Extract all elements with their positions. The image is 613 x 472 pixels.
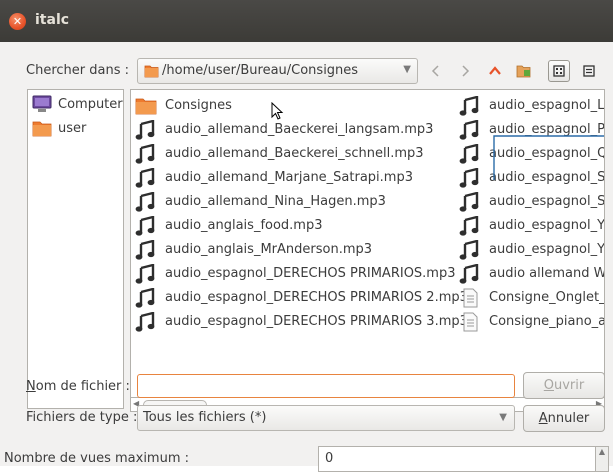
new-folder-button[interactable] (513, 60, 535, 82)
file-name: audio_espagnol_Y (489, 218, 605, 233)
filename-input[interactable] (137, 374, 515, 398)
file-name: audio_espagnol_DERECHOS PRIMARIOS 2.mp3 (165, 290, 468, 305)
music-note-icon (459, 263, 481, 284)
grid-view-icon (553, 65, 565, 77)
document-icon (459, 288, 481, 308)
document-icon (459, 312, 481, 332)
file-list-item[interactable]: audio_espagnol_Y (459, 214, 605, 237)
folder-icon (144, 64, 159, 82)
music-note-icon (135, 239, 157, 260)
max-views-input[interactable]: 0 (318, 446, 596, 472)
list-view-icon (583, 65, 595, 77)
music-note-icon (135, 143, 157, 164)
file-list-item[interactable]: audio_anglais_MrAnderson.mp3 (135, 238, 372, 261)
file-name: Consignes (165, 98, 232, 113)
file-list-item[interactable]: Consigne_Onglet_I (459, 286, 605, 309)
music-note-icon (459, 239, 481, 260)
title-bar: ✕ italc (0, 0, 613, 42)
filetype-label: Fichiers de type : (26, 410, 138, 425)
music-note-icon (459, 191, 481, 212)
file-name: audio_allemand_Baeckerei_langsam.mp3 (165, 122, 434, 137)
sidebar-item-label: Computer (58, 96, 123, 112)
chevron-down-icon: ▼ (499, 412, 507, 423)
file-name: audio_anglais_MrAnderson.mp3 (165, 242, 373, 257)
spin-buttons[interactable]: ▲ (596, 446, 609, 472)
close-window-button[interactable]: ✕ (9, 13, 26, 30)
file-list-item[interactable]: audio_espagnol_S (459, 190, 605, 213)
max-views-value: 0 (325, 451, 334, 466)
file-list-item[interactable]: audio_espagnol_DERECHOS PRIMARIOS 3.mp3 (135, 310, 468, 333)
file-list-item[interactable]: audio_allemand_Marjane_Satrapi.mp3 (135, 166, 413, 189)
file-list-item[interactable]: audio_allemand_Baeckerei_schnell.mp3 (135, 142, 424, 165)
chevron-left-icon (431, 65, 439, 77)
file-list-item[interactable]: audio_espagnol_DERECHOS PRIMARIOS.mp3 (135, 262, 456, 285)
music-note-icon (459, 215, 481, 236)
file-list-item[interactable]: audio allemand Wi (459, 262, 605, 285)
sidebar-item-computer[interactable]: Computer (32, 93, 123, 115)
chevron-right-icon (462, 65, 470, 77)
folder-icon (135, 97, 157, 115)
file-list[interactable]: Consignes audio_allemand_Baeckerei_langsa… (130, 89, 605, 397)
look-in-path: /home/user/Bureau/Consignes (162, 63, 359, 78)
file-name: audio_anglais_food.mp3 (165, 218, 323, 233)
file-name: audio allemand Wi (489, 266, 605, 281)
chevron-down-icon: ▼ (403, 64, 411, 75)
detail-view-button[interactable] (578, 60, 600, 82)
filetype-combo[interactable]: Tous les fichiers (*) ▼ (137, 405, 515, 431)
places-sidebar: Computer user (27, 89, 124, 409)
annotation-line (493, 135, 604, 180)
music-note-icon (459, 167, 481, 188)
music-note-icon (135, 119, 157, 140)
forward-button[interactable] (454, 60, 476, 82)
new-folder-icon (516, 65, 531, 78)
music-note-icon (459, 95, 481, 116)
music-note-icon (135, 167, 157, 188)
file-name: audio_espagnol_S (489, 194, 605, 209)
open-button[interactable]: Ouvrir (523, 372, 605, 399)
file-list-item[interactable]: audio_allemand_Nina_Hagen.mp3 (135, 190, 386, 213)
chevron-up-icon (489, 66, 501, 75)
file-name: audio_allemand_Nina_Hagen.mp3 (165, 194, 386, 209)
look-in-combo[interactable]: /home/user/Bureau/Consignes ▼ (137, 58, 418, 84)
look-in-label: Chercher dans : (26, 63, 129, 78)
file-list-item[interactable]: audio_espagnol_DERECHOS PRIMARIOS 2.mp3 (135, 286, 468, 309)
sidebar-item-user[interactable]: user (32, 117, 86, 139)
file-list-item[interactable]: audio_espagnol_Y (459, 238, 605, 261)
cancel-button[interactable]: Annuler (523, 405, 605, 432)
mouse-cursor-icon (271, 102, 284, 120)
file-name: Consigne_Onglet_I (489, 290, 605, 305)
music-note-icon (459, 119, 481, 140)
spin-up-icon[interactable]: ▲ (596, 447, 608, 457)
file-name: Consigne_piano_a (489, 314, 605, 329)
music-note-icon (135, 191, 157, 212)
max-views-label: Nombre de vues maximum : (4, 451, 190, 466)
window-title: italc (35, 12, 70, 28)
filename-label: Nom de fichier : (26, 379, 130, 394)
file-name: audio_espagnol_DERECHOS PRIMARIOS.mp3 (165, 266, 456, 281)
music-note-icon (135, 311, 157, 332)
music-note-icon (135, 215, 157, 236)
folder-icon (32, 121, 52, 137)
music-note-icon (135, 263, 157, 284)
file-name: audio_allemand_Baeckerei_schnell.mp3 (165, 146, 424, 161)
file-dialog: Chercher dans : /home/user/Bureau/Consig… (0, 42, 613, 472)
computer-icon (32, 95, 52, 112)
file-list-item[interactable]: Consigne_piano_a (459, 310, 605, 333)
icon-view-button[interactable] (548, 60, 570, 82)
file-name: audio_allemand_Marjane_Satrapi.mp3 (165, 170, 413, 185)
file-list-item[interactable]: Consignes (135, 94, 232, 117)
sidebar-item-label: user (58, 120, 87, 136)
music-note-icon (459, 143, 481, 164)
parent-directory-button[interactable] (484, 60, 506, 82)
file-name: audio_espagnol_DERECHOS PRIMARIOS 3.mp3 (165, 314, 468, 329)
file-name: audio_espagnol_Y (489, 242, 605, 257)
file-list-item[interactable]: audio_anglais_food.mp3 (135, 214, 323, 237)
back-button[interactable] (425, 60, 447, 82)
music-note-icon (135, 287, 157, 308)
filetype-value: Tous les fichiers (*) (143, 410, 267, 425)
